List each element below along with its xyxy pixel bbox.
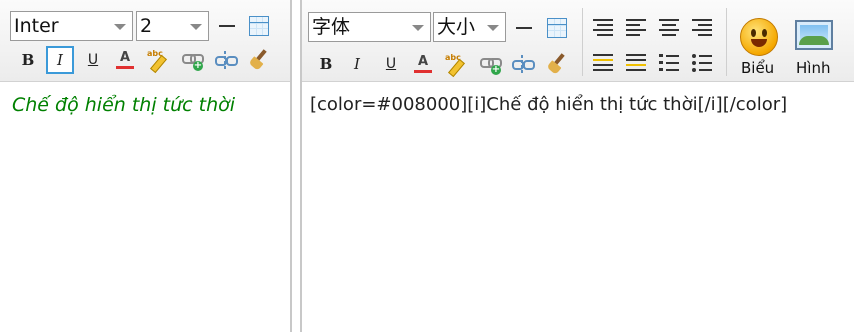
insert-link-icon: +	[181, 49, 204, 71]
image-icon	[795, 20, 833, 50]
unlink-button[interactable]	[213, 47, 239, 73]
font-size-select[interactable]: 2	[136, 11, 209, 41]
wysiwyg-content-area[interactable]: Chế độ hiển thị tức thời	[0, 82, 290, 332]
font-family-select[interactable]: Inter	[10, 11, 133, 41]
font-size-value: 2	[140, 15, 153, 37]
align-left-icon[interactable]	[626, 18, 646, 36]
table-icon[interactable]	[547, 18, 567, 38]
text-color-label: A	[417, 53, 429, 69]
underline-button[interactable]: U	[80, 47, 106, 73]
bold-label: B	[319, 55, 333, 73]
source-content-area[interactable]: [color=#008000][i]Chế độ hiển thị tức th…	[302, 82, 854, 332]
indent-icon[interactable]	[593, 53, 613, 71]
align-center-icon[interactable]	[659, 18, 679, 36]
insert-link-button[interactable]: +	[179, 47, 205, 73]
italic-label: I	[354, 55, 360, 73]
bold-button[interactable]: B	[313, 51, 339, 77]
wysiwyg-toolbar: Inter 2 B I U A abc +	[0, 0, 290, 82]
toolbar-separator	[582, 8, 583, 76]
font-family-value: Inter	[14, 15, 59, 37]
font-size-select[interactable]: 大小	[433, 12, 506, 42]
chevron-down-icon	[487, 25, 499, 31]
formatted-text: Chế độ hiển thị tức thời	[12, 94, 236, 116]
emoticon-label: Biểu	[741, 59, 775, 77]
color-swatch	[116, 66, 134, 69]
bullet-list-icon[interactable]	[692, 53, 712, 72]
spellcheck-button[interactable]: abc	[443, 51, 469, 78]
outdent-icon[interactable]	[626, 53, 646, 71]
wysiwyg-editor-pane: Inter 2 B I U A abc + Chế độ hiển thị tứ…	[0, 0, 292, 332]
text-color-label: A	[119, 49, 131, 65]
bbcode-source-text: [color=#008000][i]Chế độ hiển thị tức th…	[310, 94, 788, 115]
unlink-icon	[512, 53, 535, 75]
emoticon-button[interactable]: Biểu	[734, 12, 784, 78]
chevron-down-icon	[190, 24, 202, 30]
toolbar-separator	[726, 8, 727, 76]
unlink-button[interactable]	[510, 51, 536, 77]
font-size-value: 大小	[437, 16, 476, 38]
numbered-list-icon[interactable]	[659, 53, 679, 71]
underline-label: U	[385, 56, 397, 72]
italic-button[interactable]: I	[344, 51, 370, 77]
font-family-select[interactable]: 字体	[308, 12, 431, 42]
clear-format-brush-icon	[248, 49, 270, 71]
underline-label: U	[87, 52, 99, 68]
chevron-down-icon	[114, 24, 126, 30]
smiley-icon	[740, 18, 778, 56]
source-toolbar: 字体 大小 B I U A abc + Biểu Hình	[302, 0, 854, 82]
insert-link-icon: +	[479, 53, 502, 75]
spellcheck-button[interactable]: abc	[145, 47, 171, 74]
align-justify-right-icon[interactable]	[593, 18, 613, 36]
insert-link-button[interactable]: +	[477, 51, 503, 77]
spellcheck-icon: abc	[445, 53, 467, 78]
text-color-button[interactable]: A	[410, 51, 436, 77]
clear-format-button[interactable]	[544, 51, 570, 77]
image-label: Hình	[796, 59, 831, 77]
horizontal-rule-icon[interactable]	[516, 27, 532, 29]
italic-button[interactable]: I	[46, 46, 74, 74]
insert-image-button[interactable]: Hình	[790, 12, 840, 78]
font-family-value: 字体	[312, 16, 351, 38]
unlink-icon	[215, 49, 238, 71]
underline-button[interactable]: U	[378, 51, 404, 77]
horizontal-rule-icon[interactable]	[219, 25, 235, 27]
align-right-icon[interactable]	[692, 18, 712, 36]
bold-button[interactable]: B	[15, 47, 41, 73]
chevron-down-icon	[412, 25, 424, 31]
color-swatch	[414, 70, 432, 73]
table-icon[interactable]	[249, 16, 269, 36]
clear-format-button[interactable]	[246, 47, 272, 73]
clear-format-brush-icon	[546, 53, 568, 75]
bold-label: B	[21, 51, 35, 69]
spellcheck-icon: abc	[147, 49, 169, 74]
italic-label: I	[57, 51, 63, 69]
source-editor-pane: 字体 大小 B I U A abc + Biểu Hình [color=#00…	[300, 0, 854, 332]
text-color-button[interactable]: A	[112, 47, 138, 73]
